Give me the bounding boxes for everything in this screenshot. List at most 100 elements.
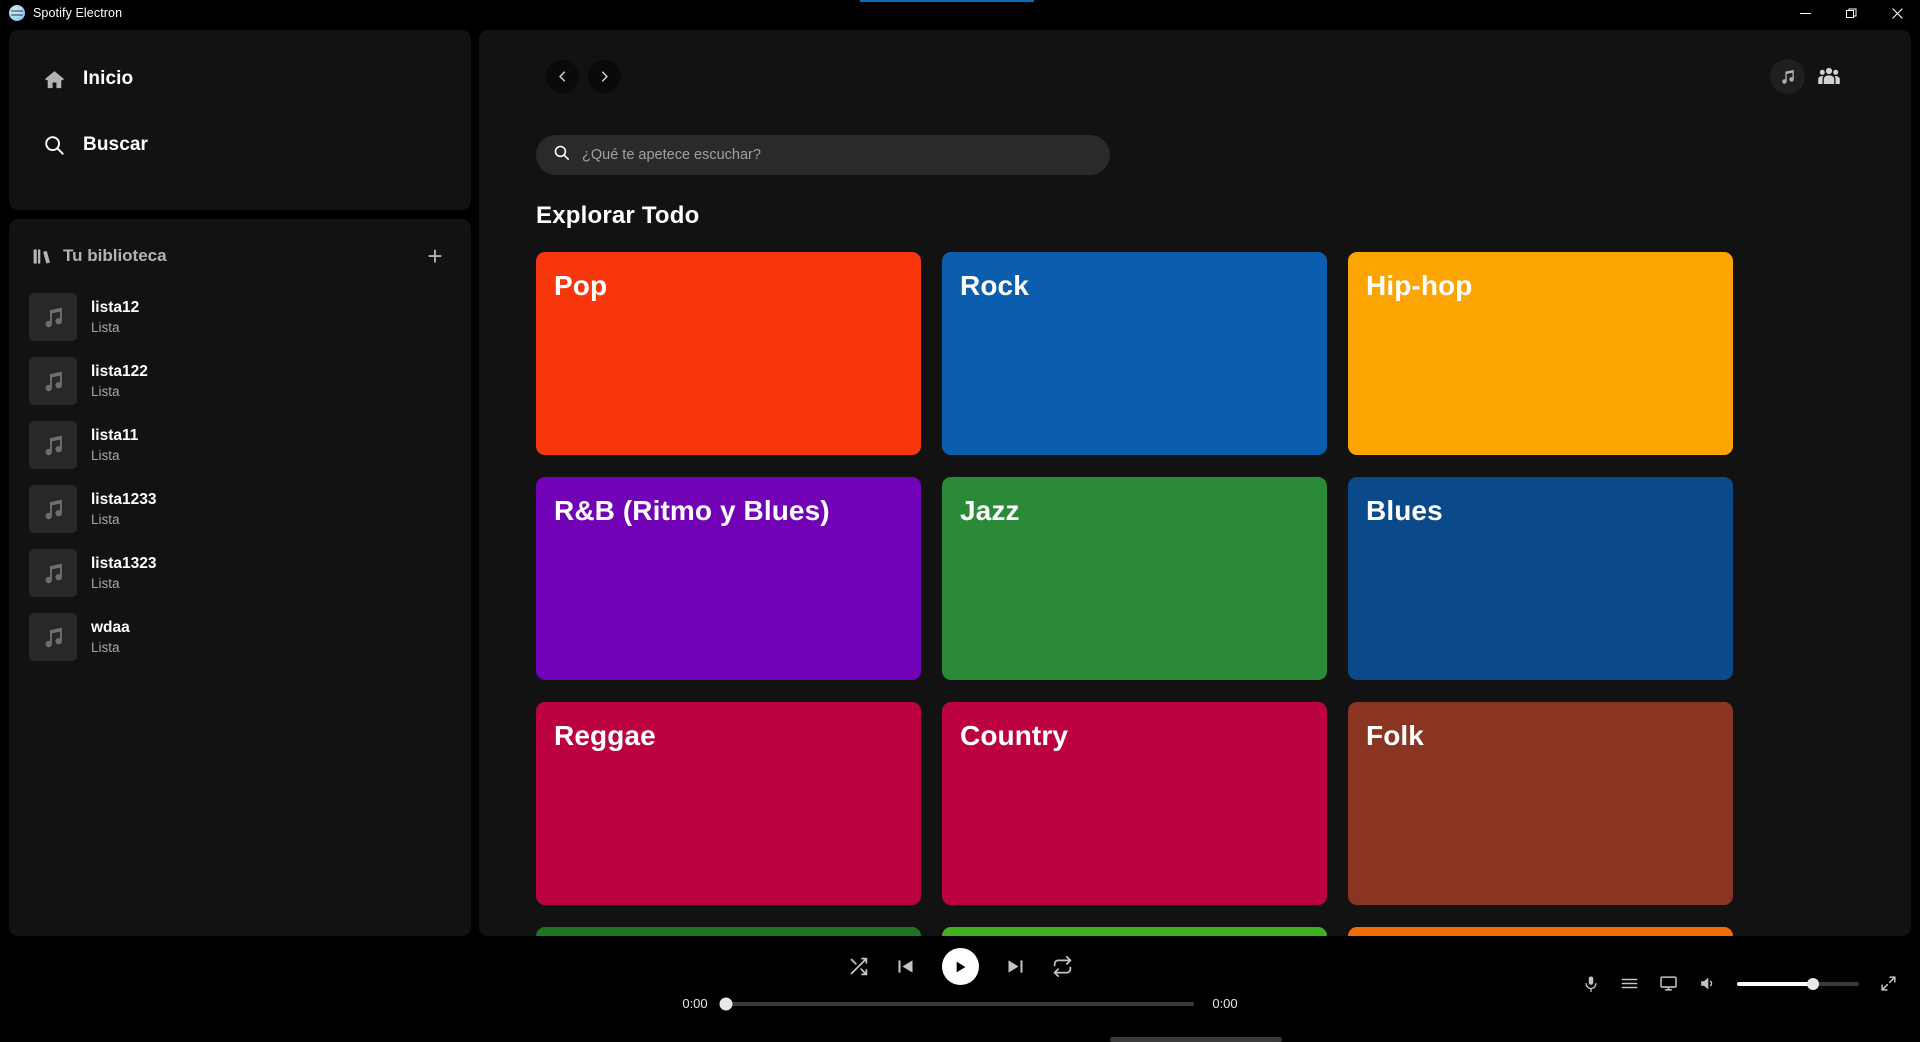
music-note-icon (29, 357, 77, 405)
previous-button[interactable] (895, 956, 916, 977)
add-playlist-button[interactable]: + (419, 240, 451, 272)
volume-knob[interactable] (1806, 977, 1819, 990)
genre-card-label: Country (960, 720, 1069, 751)
music-note-icon (29, 485, 77, 533)
genre-card[interactable]: Country (942, 702, 1327, 905)
maximize-button[interactable] (1828, 0, 1874, 26)
genre-card-label: R&B (Ritmo y Blues) (554, 495, 830, 526)
total-time-label: 0:00 (1212, 996, 1238, 1011)
play-icon (956, 961, 966, 972)
progress-knob[interactable] (719, 997, 733, 1010)
history-nav (546, 59, 621, 93)
library-icon (31, 246, 51, 266)
genre-card[interactable]: Hip-hop (1348, 252, 1733, 455)
music-note-icon (29, 421, 77, 469)
genre-grid: Pop Rock Hip-hop R&B (Ritmo y Blues) Jazz Blu… (536, 252, 1733, 936)
sidebar: Inicio Buscar Tu biblioteca + lista12 Li… (9, 30, 471, 936)
current-time-label: 0:00 (682, 996, 708, 1011)
bottom-scrollbar[interactable] (1110, 1037, 1282, 1042)
window-title: Spotify Electron (33, 6, 123, 20)
search-box[interactable] (536, 135, 1110, 175)
list-item[interactable]: lista1233 Lista (17, 477, 463, 541)
playback-controls (848, 948, 1073, 985)
search-input[interactable] (582, 147, 1093, 163)
repeat-icon (1053, 956, 1071, 977)
forward-button[interactable] (588, 59, 621, 93)
genre-card[interactable]: Blues (1348, 477, 1733, 680)
queue-button[interactable] (1620, 974, 1639, 993)
player-bar: 0:00 0:00 (0, 936, 1920, 1042)
window-controls (1782, 0, 1920, 26)
genre-card[interactable] (942, 927, 1327, 936)
music-note-circle-button[interactable] (1770, 58, 1805, 94)
microphone-button[interactable] (1582, 975, 1600, 993)
shuffle-button[interactable] (848, 956, 869, 977)
main-scroll-area[interactable]: Explorar Todo Pop Rock Hip-hop R&B (Ritmo y… (479, 122, 1911, 936)
sidebar-item-label: Inicio (83, 68, 134, 89)
list-item-name: lista12 (91, 299, 140, 316)
list-item[interactable]: lista122 Lista (17, 349, 463, 413)
genre-card[interactable]: R&B (Ritmo y Blues) (536, 477, 921, 680)
chevron-right-icon (601, 70, 608, 82)
library-title: Tu biblioteca (63, 246, 167, 265)
volume-button[interactable] (1698, 974, 1717, 993)
list-item-name: wdaa (91, 619, 130, 636)
genre-card[interactable]: Folk (1348, 702, 1733, 905)
list-item-type: Lista (91, 576, 120, 591)
list-item[interactable]: wdaa Lista (17, 605, 463, 669)
genre-card[interactable]: Jazz (942, 477, 1327, 680)
sidebar-item-inicio[interactable]: Inicio (9, 56, 471, 102)
search-icon (42, 133, 66, 157)
genre-card[interactable]: Rock (942, 252, 1327, 455)
friends-group-icon (1817, 67, 1840, 84)
genre-card[interactable] (1348, 927, 1733, 936)
repeat-button[interactable] (1052, 956, 1073, 977)
volume-slider[interactable] (1737, 977, 1859, 990)
next-button[interactable] (1005, 956, 1026, 977)
minimize-button[interactable] (1782, 0, 1828, 26)
volume-fill (1737, 981, 1813, 986)
window-titlebar: Spotify Electron (0, 0, 1920, 26)
list-item-name: lista1233 (91, 491, 157, 508)
close-button[interactable] (1874, 0, 1920, 26)
list-item[interactable]: lista12 Lista (17, 285, 463, 349)
previous-track-icon (898, 960, 912, 973)
back-button[interactable] (546, 59, 579, 93)
music-note-icon (29, 293, 77, 341)
music-note-icon (29, 549, 77, 597)
list-item-type: Lista (91, 640, 120, 655)
list-item[interactable]: lista11 Lista (17, 413, 463, 477)
fullscreen-button[interactable] (1879, 974, 1898, 993)
home-icon (42, 67, 66, 91)
progress-slider[interactable] (719, 997, 1194, 1010)
queue-list-icon (1621, 978, 1638, 989)
list-item-name: lista1323 (91, 555, 157, 572)
page-title: Explorar Todo (536, 202, 700, 229)
list-item-name: lista122 (91, 363, 148, 380)
genre-card-label: Rock (960, 270, 1029, 301)
genre-card[interactable]: Reggae (536, 702, 921, 905)
fullscreen-expand-icon (1881, 976, 1896, 991)
genre-card[interactable] (536, 927, 921, 936)
genre-card-label: Reggae (554, 720, 656, 751)
monitor-device-icon (1660, 976, 1677, 991)
player-right-controls (1582, 974, 1898, 993)
shuffle-icon (850, 957, 867, 976)
genre-card[interactable]: Pop (536, 252, 921, 455)
sidebar-item-buscar[interactable]: Buscar (9, 122, 471, 168)
progress-row: 0:00 0:00 (678, 996, 1242, 1011)
list-item[interactable]: lista1323 Lista (17, 541, 463, 605)
play-button[interactable] (941, 948, 979, 985)
library-toggle[interactable]: Tu biblioteca (31, 246, 167, 266)
microphone-icon (1585, 976, 1597, 992)
music-note-icon (29, 613, 77, 661)
list-item-type: Lista (91, 512, 120, 527)
library-panel: Tu biblioteca + lista12 Lista lista122 List… (9, 219, 471, 936)
list-item-type: Lista (91, 448, 120, 463)
genre-card-label: Blues (1366, 495, 1443, 526)
devices-button[interactable] (1659, 974, 1678, 993)
genre-card-label: Folk (1366, 720, 1424, 751)
friends-group-button[interactable] (1811, 59, 1846, 94)
sidebar-item-label: Buscar (83, 134, 149, 155)
app-shell: Inicio Buscar Tu biblioteca + lista12 Li… (0, 26, 1920, 1042)
